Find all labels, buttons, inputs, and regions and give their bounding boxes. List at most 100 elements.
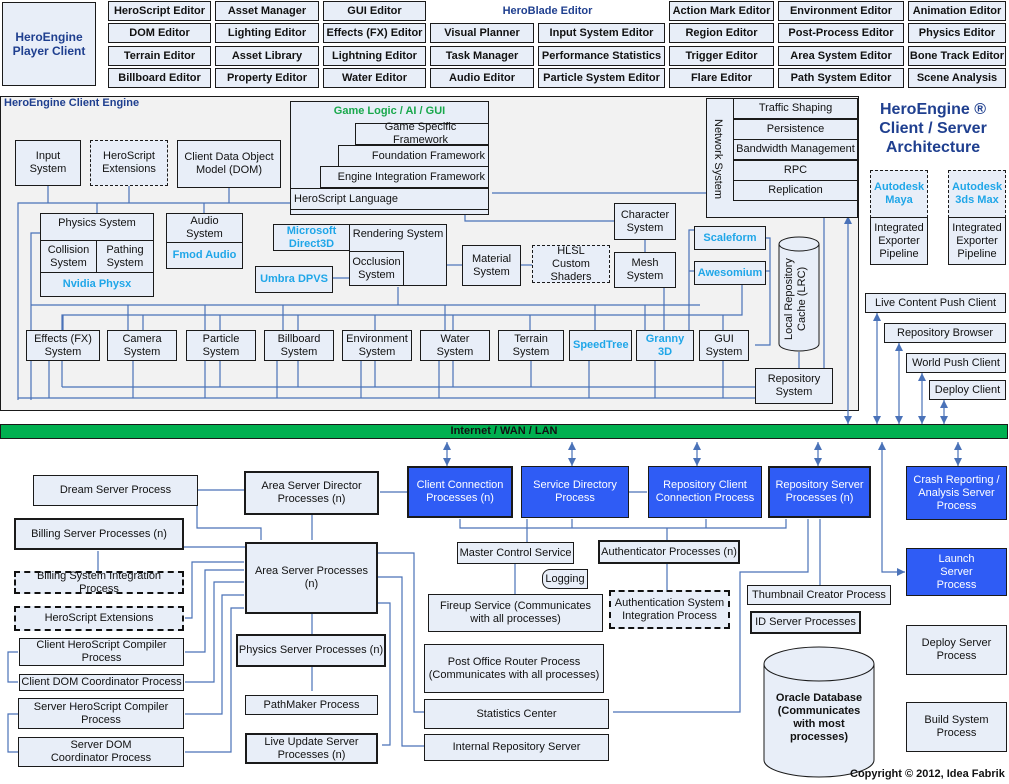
network-subsystem-item: Bandwidth Management [733, 139, 858, 160]
authenticator-box: Authenticator Processes (n) [598, 540, 740, 564]
foundation-label: Foundation Framework [371, 149, 485, 162]
repository-browser: Repository Browser [884, 323, 1006, 343]
engine-system-label: Terrain System [512, 332, 550, 358]
post-office-box: Post Office Router Process (Communicates… [424, 644, 604, 693]
id-server-box: ID Server Processes [750, 611, 861, 634]
lrc-label: Local Repository Cache (LRC) [783, 258, 808, 340]
physics-server-box: Physics Server Processes (n) [236, 634, 386, 667]
heroblade-editor-item: GUI Editor [323, 1, 426, 21]
deploy-server-box: Deploy Server Process [906, 625, 1007, 675]
engine-system-item: Terrain System [498, 330, 564, 361]
engine-system-item: Camera System [107, 330, 177, 361]
logging-box: Logging [542, 569, 588, 589]
3dsmax-pipeline-label: Integrated Exporter Pipeline [952, 221, 1002, 260]
herosript-language-label: HeroScript Language [294, 192, 398, 205]
engine-system-label: Particle System [202, 332, 240, 358]
heroblade-editor-item: Effects (FX) Editor [323, 23, 426, 43]
heroblade-editor-item: Scene Analysis [908, 68, 1006, 88]
umbra-dpvs-box: Umbra DPVS [255, 266, 333, 293]
heroblade-editor-item: Path System Editor [778, 68, 904, 88]
heroblade-editor-item: Audio Editor [430, 68, 534, 88]
pathmaker-label: PathMaker Process [263, 698, 360, 711]
fmod-audio-label: Fmod Audio [172, 249, 237, 261]
build-system-box: Build System Process [906, 702, 1007, 752]
engine-system-label: Camera System [122, 332, 162, 358]
character-system-box: Character System [614, 203, 676, 240]
client-dom-box: Client Data Object Model (DOM) [177, 140, 281, 188]
engine-system-label: Billboard System [277, 332, 321, 358]
oracle-database: Oracle Database (Communicates with most … [763, 646, 875, 778]
input-system-label: Input System [29, 150, 67, 175]
autodesk-3dsmax-box: Autodesk 3ds Max [948, 170, 1006, 218]
occlusion-system-label: Occlusion System [352, 255, 401, 281]
microsoft-direct3d-label: Microsoft Direct3D [286, 224, 337, 250]
logging-label: Logging [545, 572, 585, 585]
mesh-system-box: Mesh System [614, 252, 676, 288]
internal-repository-label: Internal Repository Server [452, 741, 581, 753]
engine-system-item: Billboard System [264, 330, 334, 361]
internal-repository-box: Internal Repository Server [424, 734, 609, 761]
server-dom-coordinator-box: Server DOM Coordinator Process [18, 737, 184, 767]
server-hs-compiler-box: Server HeroScript Compiler Process [18, 698, 184, 729]
repository-system-label: Repository System [767, 373, 821, 398]
engine-system-item: Water System [420, 330, 490, 361]
heroblade-editor-item: Billboard Editor [108, 68, 211, 88]
dream-server-label: Dream Server Process [59, 484, 172, 496]
material-system-label: Material System [471, 252, 512, 278]
heroblade-editor-item: Performance Statistics [538, 46, 665, 66]
autodesk-3dsmax-label: Autodesk 3ds Max [951, 181, 1003, 206]
audio-system-label: Audio System [186, 215, 223, 240]
heroblade-editor-item: Physics Editor [908, 23, 1006, 43]
client-hs-compiler-box: Client HeroScript Compiler Process [19, 638, 184, 666]
foundation-framework: Foundation Framework [338, 145, 489, 167]
heroblade-editor-item: Asset Manager [215, 1, 319, 21]
heroblade-editor-item: Terrain Editor [108, 46, 211, 66]
oracle-label: Oracle Database (Communicates with most … [775, 692, 863, 743]
engine-system-label: Effects (FX) System [34, 332, 92, 358]
crash-reporting-label: Crash Reporting / Analysis Server Proces… [913, 473, 1000, 512]
engine-system-label: GUI System [705, 332, 743, 358]
heroblade-editor-item: Particle System Editor [538, 68, 665, 88]
heroblade-editor-item: Visual Planner [430, 23, 534, 43]
hlsl-shaders-label: HLSL Custom Shaders [550, 244, 592, 283]
post-office-label: Post Office Router Process (Communicates… [428, 655, 600, 681]
engine-system-label: Environment System [346, 332, 408, 358]
billing-integration-box: Billing System Integration Process [14, 570, 184, 595]
lrc-cylinder: Local Repository Cache (LRC) [778, 236, 820, 352]
heroblade-editor-grid: HeroScript Editor Asset Manager GUI Editor… [108, 1, 1008, 89]
thumbnail-creator-box: Thumbnail Creator Process [747, 585, 891, 605]
awesomium-box: Awesomium [694, 261, 766, 285]
client-dom-coordinator-label: Client DOM Coordinator Process [21, 676, 182, 688]
3dsmax-pipeline-box: Integrated Exporter Pipeline [948, 217, 1006, 265]
statistics-center-label: Statistics Center [476, 707, 557, 720]
deploy-server-label: Deploy Server Process [921, 637, 992, 662]
engine-system-item: GUI System [699, 330, 749, 361]
live-update-box: Live Update Server Processes (n) [245, 733, 378, 764]
authenticator-label: Authenticator Processes (n) [601, 545, 737, 558]
client-herosript-extensions-label: HeroScript Extensions [102, 150, 156, 175]
player-client-label: HeroEngine Player Client [12, 30, 86, 58]
area-server-box: Area Server Processes (n) [245, 542, 378, 614]
collision-system-box: Collision System [40, 240, 97, 273]
engine-integration-label: Engine Integration Framework [337, 170, 485, 183]
master-control-label: Master Control Service [459, 546, 572, 559]
copyright: Copyright © 2012, Idea Fabrik [850, 768, 1005, 780]
player-client-box: HeroEngine Player Client [2, 2, 96, 86]
thumbnail-creator-label: Thumbnail Creator Process [752, 588, 886, 601]
engine-system-item: Effects (FX) System [26, 330, 100, 361]
statistics-center-box: Statistics Center [424, 699, 609, 729]
autodesk-maya-label: Autodesk Maya [874, 181, 925, 206]
architecture-title: HeroEngine ® Client / Server Architectur… [858, 100, 1008, 157]
engine-system-label: SpeedTree [573, 339, 629, 351]
game-specific-framework: Game Specific Framework [355, 121, 489, 146]
repository-browser-label: Repository Browser [897, 326, 993, 339]
nvidia-physx-label: Nvidia Physx [62, 278, 132, 290]
umbra-dpvs-label: Umbra DPVS [260, 273, 328, 285]
id-server-label: ID Server Processes [755, 616, 856, 628]
crash-reporting-box: Crash Reporting / Analysis Server Proces… [906, 466, 1007, 520]
client-hs-compiler-label: Client HeroScript Compiler Process [36, 639, 167, 664]
engine-system-label: Granny 3D [645, 332, 685, 358]
heroblade-editor-item: Lighting Editor [215, 23, 319, 43]
launch-server-label: Launch Server Process [936, 552, 977, 591]
heroblade-editor-item: Task Manager [430, 46, 534, 66]
